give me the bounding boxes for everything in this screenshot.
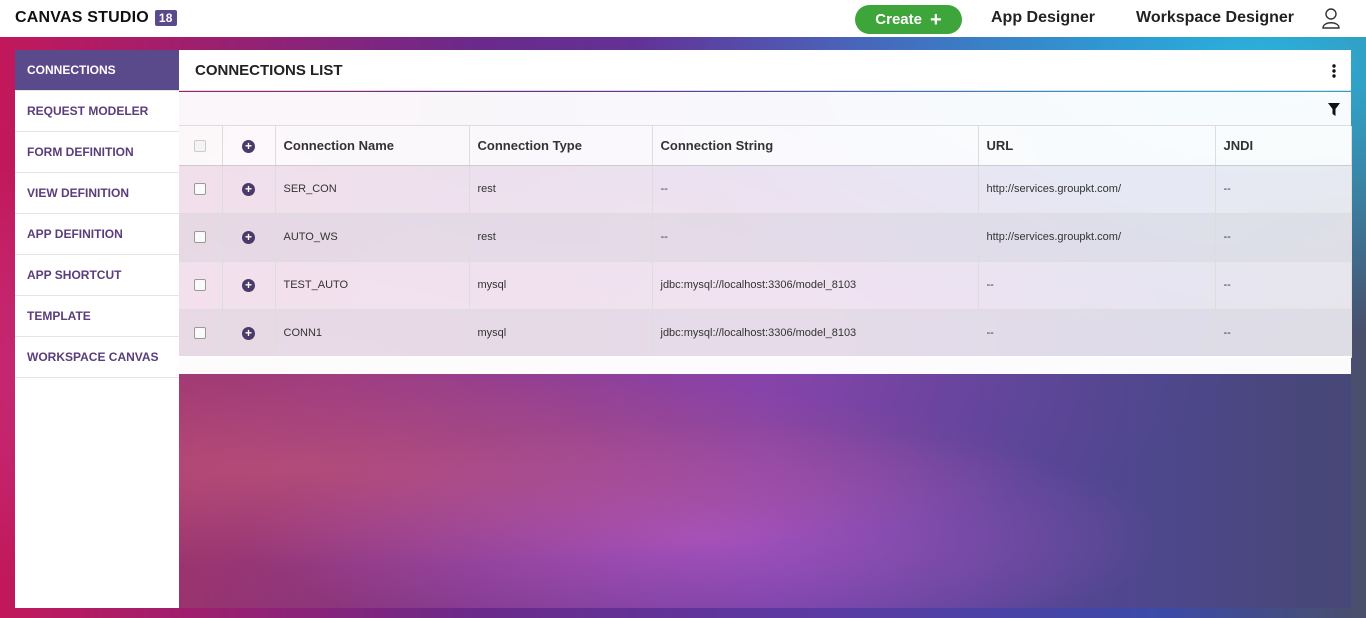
version-badge: 18 bbox=[154, 10, 177, 26]
cell-connection-type: rest bbox=[469, 165, 653, 214]
row-checkbox[interactable] bbox=[194, 231, 207, 244]
row-expand-cell: + bbox=[222, 309, 276, 358]
table-header-row: + Connection Name Connection Type Connec… bbox=[179, 126, 1352, 166]
nav-workspace-designer[interactable]: Workspace Designer bbox=[1136, 9, 1294, 27]
plus-circle-icon[interactable]: + bbox=[242, 326, 255, 340]
plus-circle-icon[interactable]: + bbox=[242, 278, 255, 292]
cell-jndi: -- bbox=[1215, 309, 1352, 358]
connections-table: + Connection Name Connection Type Connec… bbox=[179, 126, 1352, 358]
create-label: Create bbox=[875, 11, 922, 28]
row-select-cell bbox=[179, 165, 223, 214]
cell-url: http://services.groupkt.com/ bbox=[978, 165, 1216, 214]
column-header-url[interactable]: URL bbox=[978, 126, 1216, 166]
column-header-connection-name[interactable]: Connection Name bbox=[275, 126, 470, 166]
table-row[interactable]: + AUTO_WS rest -- http://services.groupk… bbox=[179, 213, 1352, 262]
cell-url: -- bbox=[978, 309, 1216, 358]
filter-bar bbox=[179, 92, 1351, 126]
cell-connection-string: jdbc:mysql://localhost:3306/model_8103 bbox=[652, 261, 979, 310]
plus-icon: + bbox=[930, 8, 942, 31]
cell-connection-name: AUTO_WS bbox=[275, 213, 470, 262]
cell-jndi: -- bbox=[1215, 213, 1352, 262]
row-expand-cell: + bbox=[222, 261, 276, 310]
nav-app-designer[interactable]: App Designer bbox=[991, 9, 1095, 27]
create-button[interactable]: Create + bbox=[855, 5, 962, 34]
plus-circle-icon[interactable]: + bbox=[242, 182, 255, 196]
row-select-cell bbox=[179, 309, 223, 358]
cell-connection-string: jdbc:mysql://localhost:3306/model_8103 bbox=[652, 309, 979, 358]
user-icon[interactable] bbox=[1321, 7, 1341, 29]
cell-connection-string: -- bbox=[652, 165, 979, 214]
row-select-cell bbox=[179, 261, 223, 310]
column-header-connection-string[interactable]: Connection String bbox=[652, 126, 979, 166]
sidebar-item-request-modeler[interactable]: REQUEST MODELER bbox=[15, 91, 179, 132]
cell-connection-name: TEST_AUTO bbox=[275, 261, 470, 310]
table-footer bbox=[179, 356, 1351, 374]
panel-header: CONNECTIONS LIST bbox=[179, 50, 1351, 91]
brand: CANVAS STUDIO 18 bbox=[15, 9, 177, 27]
select-all-cell bbox=[179, 126, 223, 166]
table-row[interactable]: + SER_CON rest -- http://services.groupk… bbox=[179, 165, 1352, 214]
row-expand-cell: + bbox=[222, 165, 276, 214]
sidebar-item-workspace-canvas[interactable]: WORKSPACE CANVAS bbox=[15, 337, 179, 378]
kebab-menu-icon[interactable] bbox=[1331, 63, 1337, 79]
top-bar: CANVAS STUDIO 18 Create + App Designer W… bbox=[0, 0, 1366, 37]
plus-circle-icon[interactable]: + bbox=[242, 230, 255, 244]
sidebar-item-app-definition[interactable]: APP DEFINITION bbox=[15, 214, 179, 255]
background-image bbox=[179, 374, 1351, 608]
cell-url: http://services.groupkt.com/ bbox=[978, 213, 1216, 262]
plus-circle-icon[interactable]: + bbox=[242, 139, 255, 153]
filter-icon[interactable] bbox=[1328, 103, 1340, 116]
sidebar-item-view-definition[interactable]: VIEW DEFINITION bbox=[15, 173, 179, 214]
column-header-connection-type[interactable]: Connection Type bbox=[469, 126, 653, 166]
cell-connection-string: -- bbox=[652, 213, 979, 262]
select-all-checkbox[interactable] bbox=[194, 140, 207, 153]
add-all-cell: + bbox=[222, 126, 276, 166]
sidebar-item-connections[interactable]: CONNECTIONS bbox=[15, 50, 179, 91]
row-checkbox[interactable] bbox=[194, 279, 207, 292]
sidebar-item-template[interactable]: TEMPLATE bbox=[15, 296, 179, 337]
row-expand-cell: + bbox=[222, 213, 276, 262]
brand-name: CANVAS STUDIO bbox=[15, 9, 149, 26]
sidebar-item-form-definition[interactable]: FORM DEFINITION bbox=[15, 132, 179, 173]
cell-connection-type: mysql bbox=[469, 309, 653, 358]
column-header-jndi[interactable]: JNDI bbox=[1215, 126, 1352, 166]
cell-jndi: -- bbox=[1215, 165, 1352, 214]
cell-url: -- bbox=[978, 261, 1216, 310]
cell-connection-type: rest bbox=[469, 213, 653, 262]
cell-connection-name: SER_CON bbox=[275, 165, 470, 214]
page-title: CONNECTIONS LIST bbox=[195, 61, 343, 79]
cell-connection-type: mysql bbox=[469, 261, 653, 310]
row-select-cell bbox=[179, 213, 223, 262]
cell-jndi: -- bbox=[1215, 261, 1352, 310]
table-row[interactable]: + CONN1 mysql jdbc:mysql://localhost:330… bbox=[179, 309, 1352, 358]
sidebar-item-app-shortcut[interactable]: APP SHORTCUT bbox=[15, 255, 179, 296]
row-checkbox[interactable] bbox=[194, 183, 207, 196]
row-checkbox[interactable] bbox=[194, 327, 207, 340]
table-row[interactable]: + TEST_AUTO mysql jdbc:mysql://localhost… bbox=[179, 261, 1352, 310]
sidebar: CONNECTIONS REQUEST MODELER FORM DEFINIT… bbox=[15, 50, 179, 608]
cell-connection-name: CONN1 bbox=[275, 309, 470, 358]
